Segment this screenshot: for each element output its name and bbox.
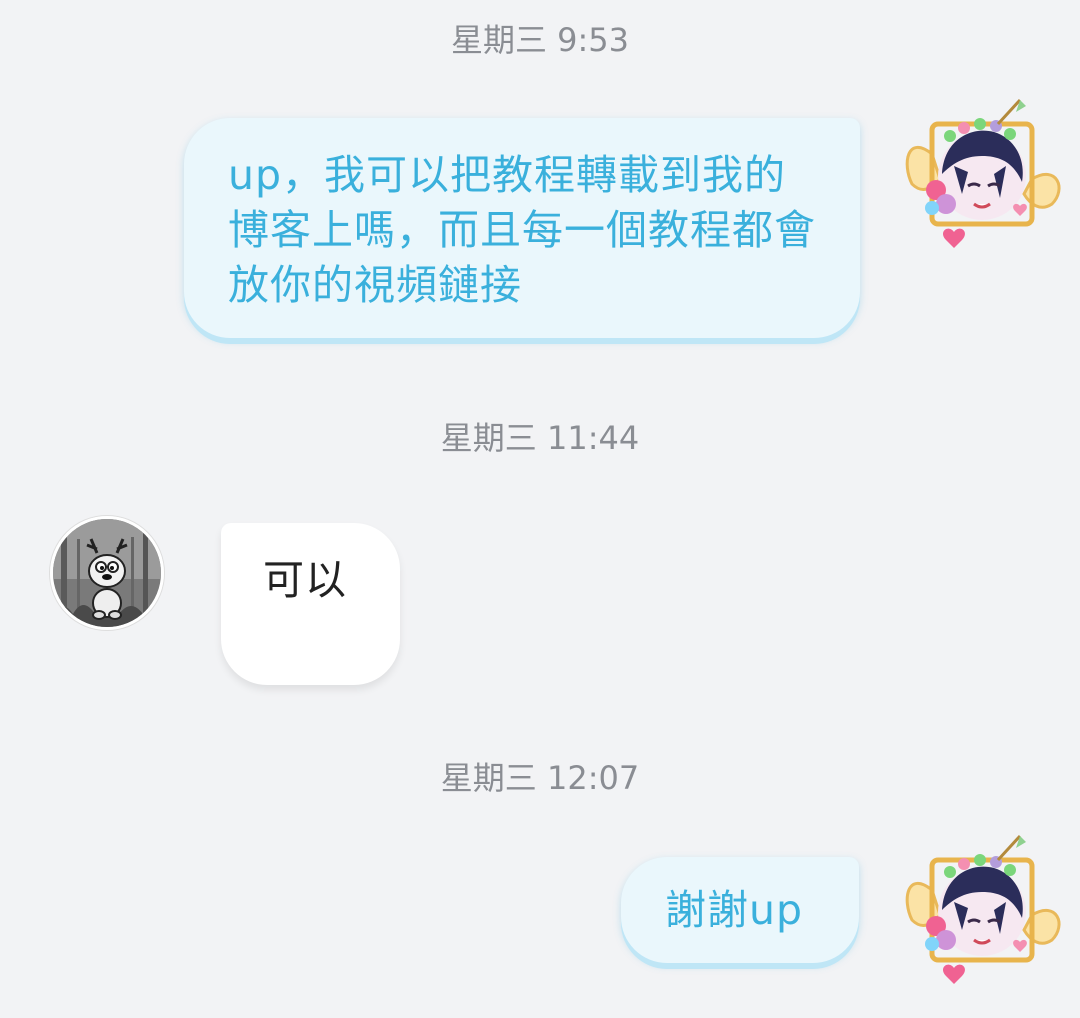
other-avatar-icon[interactable] [50,516,164,630]
message-bubble-received[interactable]: 可以 [221,523,400,685]
my-avatar-icon[interactable] [902,830,1062,990]
timestamp: 星期三 11:44 [440,419,640,457]
message-text: 可以 [263,556,347,604]
message-text: up，我可以把教程轉載到我的博客上嗎，而且每一個教程都會放你的視頻鏈接 [228,151,816,309]
message-bubble-sent[interactable]: 謝謝up [621,857,859,963]
message-text: 謝謝up [665,886,804,934]
timestamp: 星期三 9:53 [450,21,630,59]
timestamp: 星期三 12:07 [440,759,640,797]
message-bubble-sent[interactable]: up，我可以把教程轉載到我的博客上嗎，而且每一個教程都會放你的視頻鏈接 [184,118,860,338]
my-avatar-icon[interactable] [902,94,1062,254]
